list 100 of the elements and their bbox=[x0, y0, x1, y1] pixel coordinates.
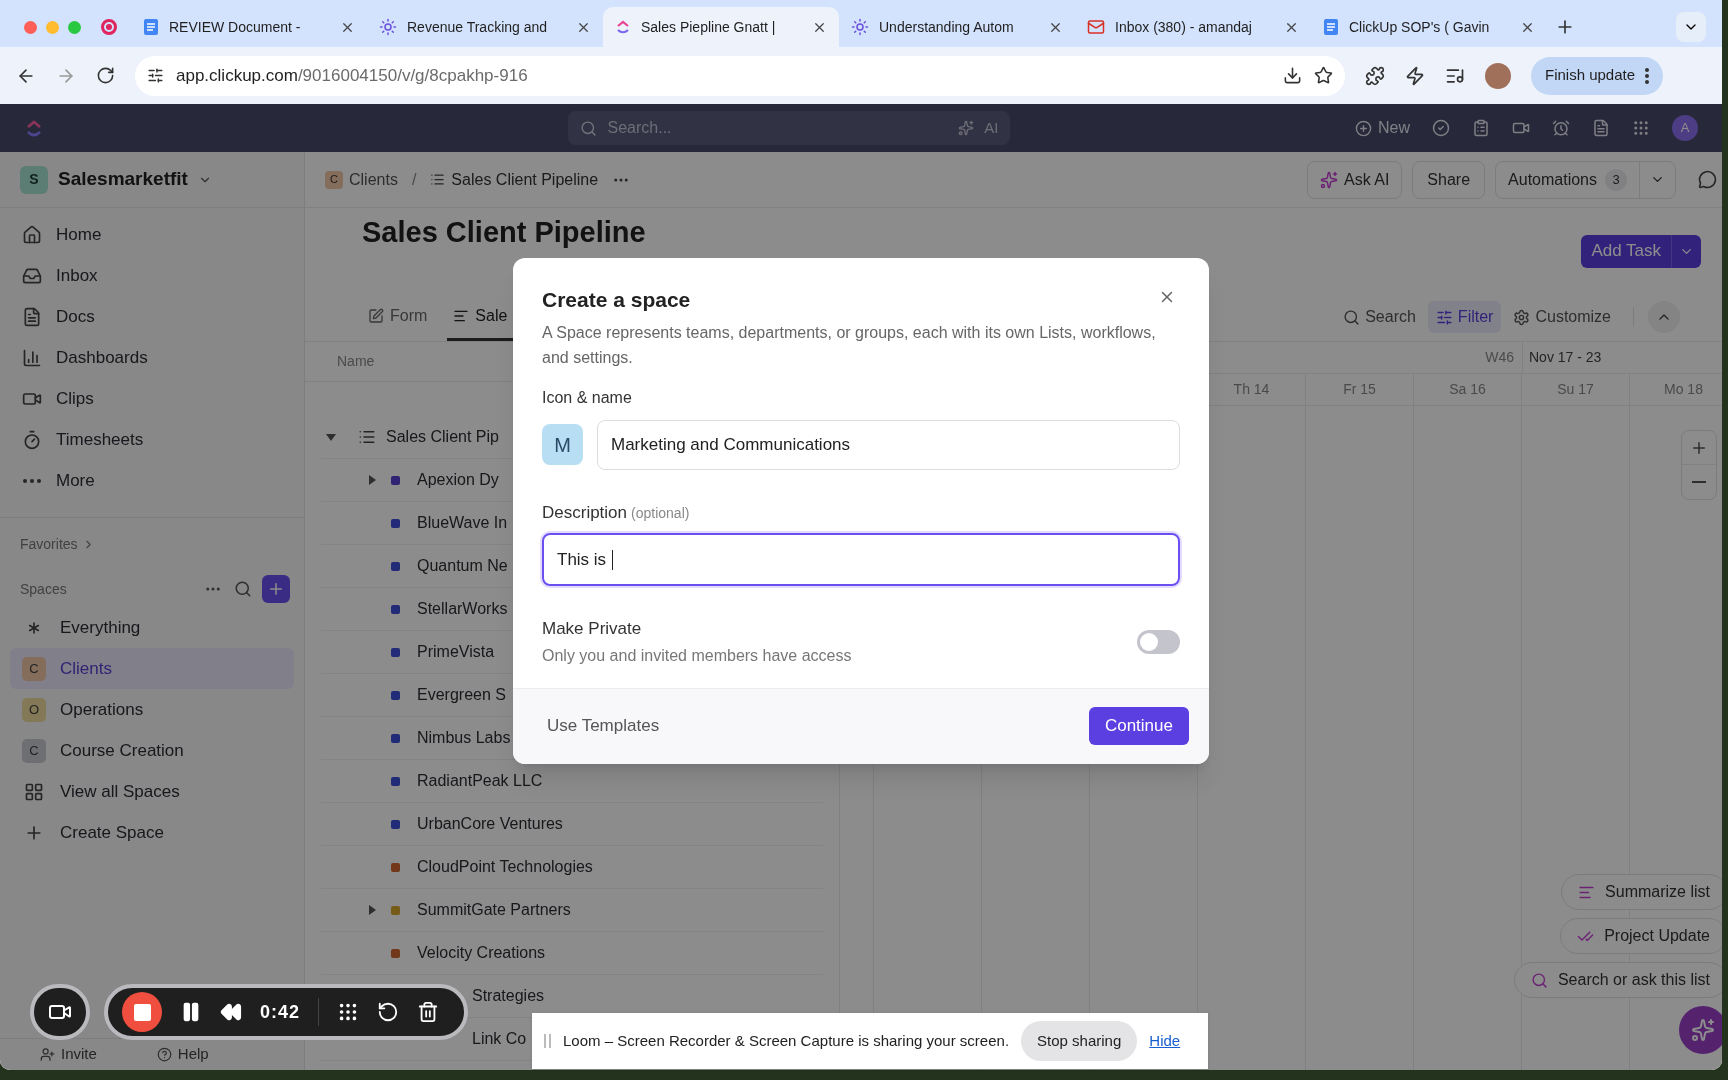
stop-recording-button[interactable] bbox=[122, 992, 162, 1032]
ask-ai-button[interactable]: Ask AI bbox=[1307, 160, 1403, 199]
browser-tab[interactable]: Revenue Tracking and bbox=[367, 7, 603, 47]
sidebar-nav-item[interactable]: Home bbox=[10, 214, 294, 255]
space-label[interactable]: View all Spaces bbox=[60, 778, 180, 805]
reload-icon[interactable] bbox=[96, 66, 115, 85]
caret-right-icon[interactable] bbox=[369, 475, 376, 485]
description-field[interactable]: This is bbox=[542, 533, 1180, 586]
page-title: Sales Client Pipeline bbox=[362, 215, 646, 251]
task-name[interactable]: Apexion Dy bbox=[417, 468, 499, 492]
task-name[interactable]: UrbanCore Ventures bbox=[417, 812, 563, 836]
continue-button[interactable]: Continue bbox=[1088, 707, 1189, 745]
sidebar-nav-item[interactable]: More bbox=[10, 460, 294, 501]
view-tab[interactable]: Form bbox=[362, 293, 434, 341]
search-icon bbox=[1343, 308, 1361, 326]
bookmark-star-icon[interactable] bbox=[1314, 66, 1333, 85]
task-name[interactable]: SummitGate Partners bbox=[417, 898, 571, 922]
site-settings-icon[interactable] bbox=[147, 67, 164, 84]
day-header: Fr 15 bbox=[1343, 379, 1376, 399]
user-avatar[interactable]: A bbox=[1672, 115, 1698, 141]
sidebar-nav-item[interactable]: Docs bbox=[10, 296, 294, 337]
invite-link[interactable]: Invite bbox=[61, 1043, 97, 1066]
caret-down-icon[interactable] bbox=[326, 433, 336, 441]
finish-update-button[interactable]: Finish update bbox=[1531, 56, 1664, 95]
lightning-icon[interactable] bbox=[1405, 65, 1425, 86]
task-name[interactable]: Sales Client Pip bbox=[386, 425, 499, 449]
favorites-heading[interactable]: Favorites bbox=[20, 534, 78, 555]
toolbar-button[interactable]: Search bbox=[1335, 301, 1424, 333]
description-text: This is bbox=[557, 548, 607, 571]
task-name[interactable]: StellarWorks bbox=[417, 597, 508, 621]
alarm-clock-icon[interactable] bbox=[1552, 119, 1570, 137]
sidebar-nav-item[interactable]: Inbox bbox=[10, 255, 294, 296]
browser-tab[interactable]: Inbox (380) - amandaj bbox=[1075, 7, 1311, 47]
task-name[interactable]: Strategies bbox=[472, 984, 545, 1008]
task-name[interactable]: Evergreen S bbox=[417, 683, 506, 707]
task-name[interactable]: CloudPoint Technologies bbox=[417, 855, 593, 879]
use-templates-button[interactable]: Use Templates bbox=[547, 716, 660, 736]
space-label[interactable]: Course Creation bbox=[60, 737, 184, 764]
ai-suggestion-button[interactable]: Search or ask this list bbox=[1513, 962, 1722, 998]
task-name[interactable]: BlueWave In bbox=[417, 511, 508, 535]
address-bar[interactable]: app.clickup.com/9016004150/v/g/8cpakhp-916 bbox=[135, 55, 1345, 96]
install-icon[interactable] bbox=[1283, 66, 1302, 85]
space-label[interactable]: Operations bbox=[60, 696, 144, 723]
task-name[interactable]: Nimbus Labs bbox=[417, 726, 511, 750]
space-label[interactable]: Clients bbox=[60, 655, 112, 682]
browser-tab[interactable]: REVIEW Document - bbox=[131, 7, 367, 47]
week-range: Nov 17 - 23 bbox=[1529, 347, 1602, 367]
help-link[interactable]: Help bbox=[177, 1043, 209, 1066]
breadcrumb-link[interactable]: Sales Client Pipeline bbox=[451, 167, 599, 192]
task-name[interactable]: PrimeVista bbox=[417, 640, 495, 664]
caret-right-icon[interactable] bbox=[369, 905, 376, 915]
apps-grid-icon[interactable] bbox=[1632, 119, 1650, 137]
task-name[interactable]: RadiantPeak LLC bbox=[417, 769, 543, 793]
toggle-label: Make Private bbox=[542, 618, 643, 640]
ai-suggestion-button[interactable]: Summarize list bbox=[1561, 874, 1722, 910]
stop-sharing-button[interactable]: Stop sharing bbox=[1021, 1021, 1138, 1061]
name-field[interactable]: Marketing and Communications bbox=[597, 419, 1180, 470]
workspace-name[interactable]: Salesmarketfit bbox=[58, 165, 188, 194]
add-user-icon bbox=[40, 1047, 55, 1062]
browser-tab[interactable]: ClickUp SOP's ( Gavin bbox=[1311, 7, 1547, 47]
tab-menu-button[interactable] bbox=[1676, 12, 1706, 42]
private-toggle[interactable] bbox=[1137, 629, 1180, 654]
restart-icon[interactable] bbox=[377, 1001, 400, 1023]
profile-avatar[interactable] bbox=[1485, 62, 1511, 89]
automations-label: Automations bbox=[1508, 169, 1597, 190]
check-circle-icon[interactable] bbox=[1432, 119, 1450, 137]
dialog-title: Create a space bbox=[542, 287, 692, 313]
task-name[interactable]: Quantum Ne bbox=[417, 554, 508, 578]
clipboard-icon[interactable] bbox=[1472, 119, 1490, 137]
drag-handle-icon[interactable] bbox=[544, 1034, 551, 1048]
sidebar-nav-item[interactable]: Timesheets bbox=[10, 419, 294, 460]
chat-icon[interactable] bbox=[1698, 170, 1717, 189]
add-space-button[interactable] bbox=[262, 575, 290, 603]
task-name[interactable]: Velocity Creations bbox=[417, 941, 546, 965]
toggle-description: Only you and invited members have access bbox=[542, 645, 853, 666]
automations-button[interactable]: Automations 3 bbox=[1495, 160, 1676, 199]
rewind-icon[interactable] bbox=[220, 1001, 242, 1023]
share-button[interactable]: Share bbox=[1412, 160, 1486, 199]
search-icon[interactable] bbox=[234, 580, 252, 598]
trash-icon[interactable] bbox=[417, 1001, 440, 1023]
list-icon bbox=[358, 428, 376, 446]
ai-suggestion-button[interactable]: Project Update bbox=[1560, 918, 1722, 954]
ai-assistant-button[interactable] bbox=[1679, 1006, 1722, 1054]
sidebar-nav-item[interactable]: Dashboards bbox=[10, 337, 294, 378]
sidebar-nav-item[interactable]: Clips bbox=[10, 378, 294, 419]
new-button[interactable]: New bbox=[1355, 116, 1410, 140]
extensions-icon[interactable] bbox=[1365, 65, 1385, 86]
toolbar-button[interactable]: Filter bbox=[1427, 301, 1502, 333]
workspace-avatar: S bbox=[20, 165, 48, 194]
toolbar-button[interactable]: Customize bbox=[1505, 301, 1619, 333]
document-icon[interactable] bbox=[1592, 119, 1610, 137]
space-icon-picker[interactable]: M bbox=[542, 424, 583, 465]
space-label[interactable]: Create Space bbox=[60, 819, 164, 846]
space-label[interactable]: Everything bbox=[60, 614, 141, 641]
browser-tab[interactable]: Sales Piepline Gnatt | bbox=[603, 7, 839, 47]
breadcrumb-link[interactable]: Clients bbox=[349, 167, 398, 192]
task-name[interactable]: Link Co bbox=[472, 1027, 527, 1051]
browser-tab[interactable]: Understanding Autom bbox=[839, 7, 1075, 47]
add-task-button[interactable]: Add Task bbox=[1581, 234, 1701, 268]
hide-link[interactable]: Hide bbox=[1149, 1029, 1181, 1053]
